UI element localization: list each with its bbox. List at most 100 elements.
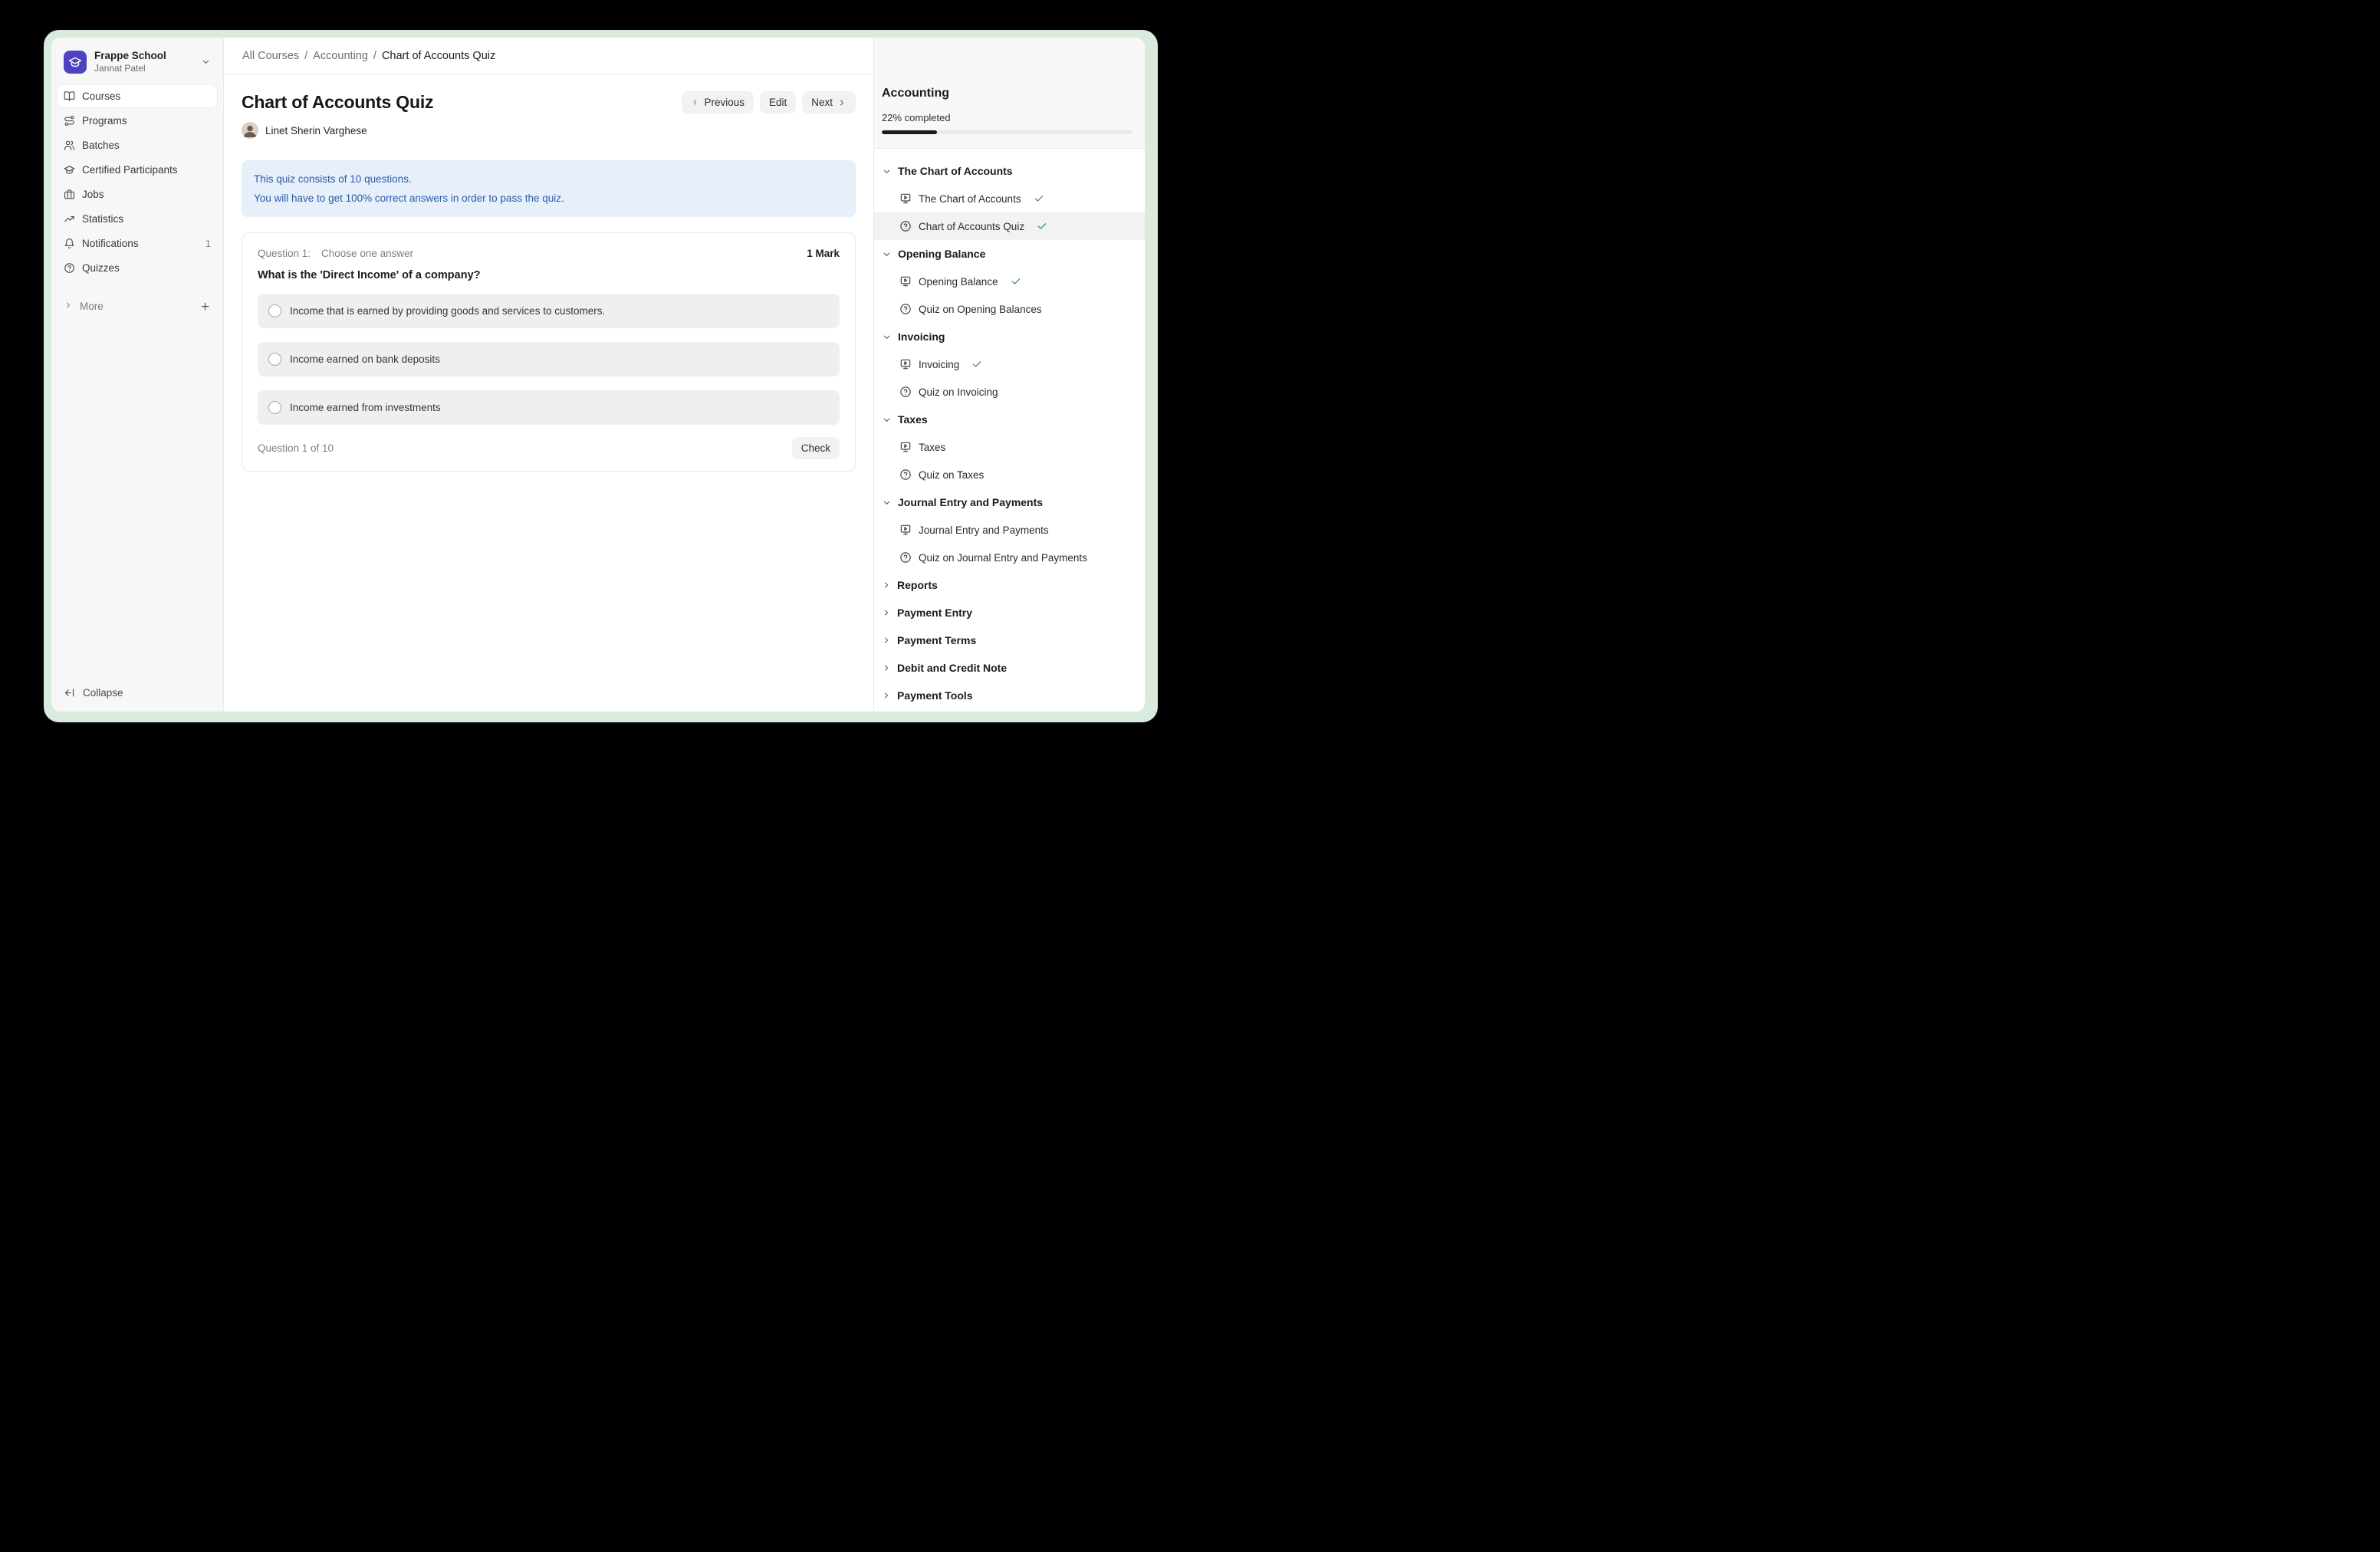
outline-section-label: Journal Entry and Payments: [898, 496, 1043, 508]
sidebar-item-jobs[interactable]: Jobs: [58, 183, 217, 206]
radio-button[interactable]: [268, 353, 281, 366]
question-text: What is the 'Direct Income' of a company…: [258, 269, 840, 281]
outline-section-the-chart-of-accounts[interactable]: The Chart of Accounts: [874, 157, 1145, 185]
previous-label: Previous: [704, 97, 745, 108]
breadcrumb-item-chart-of-accounts-quiz: Chart of Accounts Quiz: [382, 50, 495, 62]
lesson-icon: [899, 192, 912, 205]
route-icon: [64, 115, 75, 127]
outline-item-label: Quiz on Invoicing: [919, 386, 998, 398]
check-label: Check: [801, 442, 830, 454]
notification-count-badge: 1: [205, 238, 211, 249]
answer-option-2[interactable]: Income earned on bank deposits: [258, 342, 840, 376]
outline-section-payment-tools[interactable]: Payment Tools: [874, 682, 1145, 709]
app-window: Frappe School Jannat Patel Courses Progra…: [51, 38, 1145, 712]
outline-section-debit-and-credit-note[interactable]: Debit and Credit Note: [874, 654, 1145, 682]
completed-check-icon: [1037, 221, 1047, 232]
outline-section-opening-balance[interactable]: Opening Balance: [874, 240, 1145, 268]
outline-section-label: Debit and Credit Note: [897, 662, 1007, 674]
sidebar-item-label: Quizzes: [82, 262, 120, 274]
outline-item-quiz-on-opening-balances[interactable]: Quiz on Opening Balances: [874, 295, 1145, 323]
question-pagination: Question 1 of 10: [258, 442, 334, 454]
outline-section-label: Invoicing: [898, 330, 945, 343]
lesson-icon: [899, 524, 912, 536]
sidebar-item-label: Certified Participants: [82, 164, 178, 176]
course-progress-bar: [882, 130, 1132, 134]
outline-section-payment-entry[interactable]: Payment Entry: [874, 599, 1145, 626]
check-button[interactable]: Check: [792, 437, 840, 459]
edit-button[interactable]: Edit: [760, 91, 796, 113]
outline-item-the-chart-of-accounts[interactable]: The Chart of Accounts: [874, 185, 1145, 212]
breadcrumb-item-accounting[interactable]: Accounting: [313, 50, 368, 62]
outline-item-quiz-on-taxes[interactable]: Quiz on Taxes: [874, 461, 1145, 488]
chevron-down-icon: [882, 166, 892, 176]
collapse-arrow-icon: [64, 687, 75, 699]
plus-icon[interactable]: [199, 301, 211, 312]
outline-item-label: Invoicing: [919, 359, 959, 370]
answer-option-1[interactable]: Income that is earned by providing goods…: [258, 294, 840, 328]
sidebar-item-notifications[interactable]: Notifications1: [58, 232, 217, 255]
completed-check-icon: [971, 359, 982, 370]
lesson-icon: [899, 441, 912, 453]
collapse-sidebar-button[interactable]: Collapse: [58, 681, 217, 704]
sidebar-nav: Courses ProgramsBatches Certified Particip…: [51, 81, 223, 281]
bell-icon: [64, 238, 75, 249]
chevron-right-icon: [882, 663, 891, 672]
quiz-icon: [899, 220, 912, 232]
left-sidebar: Frappe School Jannat Patel Courses Progra…: [51, 38, 224, 712]
outline-item-chart-of-accounts-quiz[interactable]: Chart of Accounts Quiz: [874, 212, 1145, 240]
users-icon: [64, 140, 75, 151]
sidebar-item-quizzes[interactable]: Quizzes: [58, 257, 217, 279]
outline-item-invoicing[interactable]: Invoicing: [874, 350, 1145, 378]
answer-option-3[interactable]: Income earned from investments: [258, 390, 840, 425]
workspace-user: Jannat Patel: [94, 63, 166, 74]
author-name: Linet Sherin Varghese: [265, 125, 367, 136]
question-card: Question 1: Choose one answer 1 Mark Wha…: [242, 232, 856, 472]
outline-item-taxes[interactable]: Taxes: [874, 433, 1145, 461]
breadcrumb-item-all-courses[interactable]: All Courses: [242, 50, 299, 62]
outline-item-opening-balance[interactable]: Opening Balance: [874, 268, 1145, 295]
outline-item-label: The Chart of Accounts: [919, 193, 1021, 205]
sidebar-item-certified-participants[interactable]: Certified Participants: [58, 159, 217, 181]
workspace-title: Frappe School: [94, 50, 166, 63]
sidebar-item-label: Statistics: [82, 213, 123, 225]
collapse-label: Collapse: [83, 687, 123, 699]
quiz-notice: This quiz consists of 10 questions. You …: [242, 160, 856, 217]
outline-item-label: Chart of Accounts Quiz: [919, 221, 1024, 232]
sidebar-item-courses[interactable]: Courses: [58, 85, 217, 107]
outline-section-invoicing[interactable]: Invoicing: [874, 323, 1145, 350]
trending-up-icon: [64, 213, 75, 225]
outline-item-label: Quiz on Opening Balances: [919, 304, 1042, 315]
outline-item-quiz-on-journal-entry-and-payments[interactable]: Quiz on Journal Entry and Payments: [874, 544, 1145, 571]
radio-button[interactable]: [268, 304, 281, 317]
outline-section-label: Payment Entry: [897, 607, 972, 619]
sidebar-item-statistics[interactable]: Statistics: [58, 208, 217, 230]
outline-item-label: Opening Balance: [919, 276, 998, 288]
sidebar-item-more[interactable]: More: [58, 295, 217, 317]
outline-section-taxes[interactable]: Taxes: [874, 406, 1145, 433]
page-actions: Previous Edit Next: [682, 91, 856, 113]
chevron-right-icon: [882, 580, 891, 590]
avatar: [242, 122, 258, 139]
outline-section-label: Reports: [897, 579, 938, 591]
main-column: All Courses / Accounting / Chart of Accounts…: [224, 38, 873, 712]
workspace-switcher[interactable]: Frappe School Jannat Patel: [59, 47, 215, 77]
outline-section-payment-terms[interactable]: Payment Terms: [874, 626, 1145, 654]
radio-button[interactable]: [268, 401, 281, 414]
outline-item-journal-entry-and-payments[interactable]: Journal Entry and Payments: [874, 516, 1145, 544]
next-button[interactable]: Next: [802, 91, 856, 113]
workspace-text: Frappe School Jannat Patel: [94, 50, 166, 74]
breadcrumb-separator: /: [373, 50, 376, 62]
outline-item-quiz-on-invoicing[interactable]: Quiz on Invoicing: [874, 378, 1145, 406]
question-instruction: Choose one answer: [321, 248, 413, 259]
help-circle-icon: [64, 262, 75, 274]
breadcrumb-separator: /: [304, 50, 307, 62]
outline-section-journal-entry-and-payments[interactable]: Journal Entry and Payments: [874, 488, 1145, 516]
course-outline-panel: Accounting 22% completed The Chart of Ac…: [873, 38, 1145, 712]
sidebar-item-batches[interactable]: Batches: [58, 134, 217, 156]
sidebar-item-programs[interactable]: Programs: [58, 110, 217, 132]
question-marks: 1 Mark: [807, 248, 840, 259]
outline-section-reports[interactable]: Reports: [874, 571, 1145, 599]
outline-section-label: Payment Terms: [897, 634, 976, 646]
previous-button[interactable]: Previous: [682, 91, 754, 113]
chevron-down-icon: [882, 332, 892, 342]
